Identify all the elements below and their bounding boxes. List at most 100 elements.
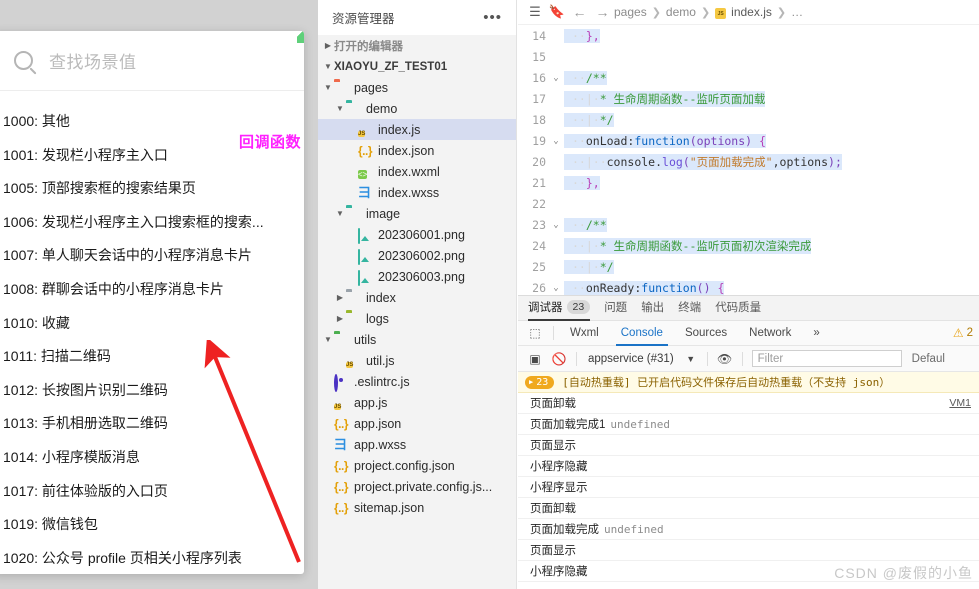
breadcrumb-part-pages[interactable]: pages: [614, 5, 647, 19]
console-log-row[interactable]: 页面加载完成 undefined: [518, 519, 979, 540]
warning-indicator[interactable]: ⚠ 2: [953, 326, 979, 340]
file-tree[interactable]: ▼ pages ▼ demo JS index.js {..} index.json <> ind…: [318, 77, 516, 518]
file-tree-row[interactable]: JS index.js: [318, 119, 516, 140]
file-tree-row[interactable]: 202306002.png: [318, 245, 516, 266]
scene-list-item[interactable]: 1007: 单人聊天会话中的小程序消息卡片: [0, 239, 304, 273]
scene-list-item[interactable]: 1019: 微信钱包: [0, 508, 304, 542]
chevron-down-icon[interactable]: ▼: [680, 354, 702, 364]
file-tree-row[interactable]: ▶ index: [318, 287, 516, 308]
code-line[interactable]: 24 ··|·* 生命周期函数--监听页面初次渲染完成: [518, 235, 979, 256]
file-tree-row[interactable]: 202306001.png: [318, 224, 516, 245]
list-icon[interactable]: ☰: [524, 4, 546, 20]
code-editor[interactable]: 14 ··}, 15 16 ⌄ ··/** 17 ··|·* 生命周期函数--监听页面加载 1…: [518, 25, 979, 295]
fold-chevron-icon[interactable]: ⌄: [548, 220, 564, 230]
panel-tab[interactable]: 问题: [604, 296, 627, 321]
file-tree-row[interactable]: 彐 app.wxss: [318, 434, 516, 455]
console-log-row[interactable]: 小程序隐藏: [518, 561, 979, 582]
scene-search-row[interactable]: 查找场景值: [0, 31, 304, 91]
file-tree-row[interactable]: 202306003.png: [318, 266, 516, 287]
code-line[interactable]: 23 ⌄ ··/**: [518, 214, 979, 235]
scene-list-item[interactable]: 1014: 小程序模版消息: [0, 441, 304, 475]
code-line[interactable]: 26 ⌄ ··onReady:function() {: [518, 277, 979, 295]
code-line[interactable]: 17 ··|·* 生命周期函数--监听页面加载: [518, 88, 979, 109]
arrow-right-icon[interactable]: →: [591, 4, 614, 20]
scene-list-item[interactable]: 1020: 公众号 profile 页相关小程序列表: [0, 542, 304, 574]
eye-icon[interactable]: 👁: [713, 352, 737, 366]
file-tree-row[interactable]: ▼ image: [318, 203, 516, 224]
file-tree-row[interactable]: {..} sitemap.json: [318, 497, 516, 518]
code-line[interactable]: 16 ⌄ ··/**: [518, 67, 979, 88]
code-line[interactable]: 21 ··},: [518, 172, 979, 193]
console-context-select[interactable]: appservice (#31): [582, 353, 680, 365]
inspect-element-icon[interactable]: ⬚: [522, 326, 548, 340]
clear-console-icon[interactable]: 🚫: [547, 352, 571, 366]
fold-chevron-icon[interactable]: ⌄: [548, 136, 564, 146]
breadcrumb-part-demo[interactable]: demo: [666, 5, 696, 19]
console-log-row[interactable]: 页面卸载 VM1: [518, 393, 979, 414]
code-line[interactable]: 15: [518, 46, 979, 67]
scene-list-item[interactable]: 1011: 扫描二维码: [0, 340, 304, 374]
devtools-tab[interactable]: Sources: [674, 321, 738, 346]
breadcrumb-tail[interactable]: …: [791, 5, 803, 19]
project-root-row[interactable]: ▼ XIAOYU_ZF_TEST01: [318, 56, 516, 77]
execute-icon[interactable]: ▣: [523, 352, 547, 366]
devtools-tab[interactable]: »: [802, 321, 830, 346]
panel-tab[interactable]: 终端: [678, 296, 701, 321]
devtools-tab[interactable]: Console: [610, 321, 674, 346]
more-actions-icon[interactable]: •••: [483, 10, 502, 25]
panel-tab[interactable]: 输出: [641, 296, 664, 321]
devtools-tab[interactable]: Wxml: [559, 321, 610, 346]
file-tree-row[interactable]: <> index.wxml: [318, 161, 516, 182]
panel-tab[interactable]: 调试器 23: [528, 296, 591, 321]
code-line[interactable]: 25 ··|·*/: [518, 256, 979, 277]
file-tree-row[interactable]: {..} app.json: [318, 413, 516, 434]
open-editors-section[interactable]: ▶ 打开的编辑器: [318, 35, 516, 56]
file-tree-row[interactable]: {..} index.json: [318, 140, 516, 161]
console-log-row[interactable]: 小程序显示: [518, 477, 979, 498]
scene-list-item[interactable]: 1008: 群聊会话中的小程序消息卡片: [0, 273, 304, 307]
fold-chevron-icon[interactable]: ⌄: [548, 283, 564, 293]
scene-value-list[interactable]: 1000: 其他 1001: 发现栏小程序主入口 1005: 顶部搜索框的搜索结果页…: [0, 91, 304, 574]
file-tree-row[interactable]: ▼ utils: [318, 329, 516, 350]
scene-list-item[interactable]: 1013: 手机相册选取二维码: [0, 407, 304, 441]
console-log-list[interactable]: 页面卸载 VM1 页面加载完成1 undefined 页面显示 小程序隐藏 小程序显示 页面卸…: [518, 393, 979, 582]
console-warning-text: [自动热重载] 已开启代码文件保存后自动热重载（不支持 json）: [562, 376, 891, 389]
console-level-select[interactable]: Defaul: [902, 353, 945, 365]
console-log-row[interactable]: 页面加载完成1 undefined: [518, 414, 979, 435]
search-input[interactable]: 查找场景值: [49, 48, 137, 73]
breadcrumb-file[interactable]: index.js: [731, 5, 772, 19]
console-log-row[interactable]: 小程序隐藏: [518, 456, 979, 477]
file-tree-row[interactable]: 彐 index.wxss: [318, 182, 516, 203]
code-line[interactable]: 18 ··|·*/: [518, 109, 979, 130]
file-tree-row[interactable]: ▶ logs: [318, 308, 516, 329]
code-line[interactable]: 19 ⌄ ··onLoad:function(options) {: [518, 130, 979, 151]
file-tree-row[interactable]: {..} project.private.config.js...: [318, 476, 516, 497]
panel-tab[interactable]: 代码质量: [715, 296, 761, 321]
code-line[interactable]: 22: [518, 193, 979, 214]
arrow-left-icon[interactable]: ←: [568, 4, 591, 20]
code-line[interactable]: 14 ··},: [518, 25, 979, 46]
file-tree-row[interactable]: JS util.js: [318, 350, 516, 371]
bookmark-icon[interactable]: 🔖: [546, 4, 568, 20]
scene-list-item[interactable]: 1005: 顶部搜索框的搜索结果页: [0, 172, 304, 206]
file-tree-row[interactable]: JS app.js: [318, 392, 516, 413]
scene-list-item[interactable]: 1010: 收藏: [0, 307, 304, 341]
console-filter-input[interactable]: Filter: [751, 350, 902, 367]
file-tree-row[interactable]: ▼ demo: [318, 98, 516, 119]
file-tree-row[interactable]: .eslintrc.js: [318, 371, 516, 392]
console-log-source[interactable]: VM1: [949, 397, 979, 409]
console-warning-row[interactable]: ▶ 23 [自动热重载] 已开启代码文件保存后自动热重载（不支持 json）: [518, 372, 979, 393]
console-log-row[interactable]: 页面显示: [518, 435, 979, 456]
devtools-tab[interactable]: Network: [738, 321, 802, 346]
console-log-row[interactable]: 页面显示: [518, 540, 979, 561]
fold-chevron-icon[interactable]: ⌄: [548, 73, 564, 83]
file-tree-row[interactable]: {..} project.config.json: [318, 455, 516, 476]
scene-list-item[interactable]: 1012: 长按图片识别二维码: [0, 374, 304, 408]
panel-tab-bar[interactable]: 调试器 23 问题 输出 终端 代码质量: [518, 296, 979, 321]
scene-list-item[interactable]: 1017: 前往体验版的入口页: [0, 475, 304, 509]
console-log-row[interactable]: 页面卸载: [518, 498, 979, 519]
scene-list-item[interactable]: 1006: 发现栏小程序主入口搜索框的搜索...: [0, 206, 304, 240]
devtools-tab-bar[interactable]: ⬚ Wxml Console Sources Network» ⚠ 2: [518, 321, 979, 346]
code-line[interactable]: 20 ··|··console.log("页面加载完成",options);: [518, 151, 979, 172]
file-tree-row[interactable]: ▼ pages: [318, 77, 516, 98]
